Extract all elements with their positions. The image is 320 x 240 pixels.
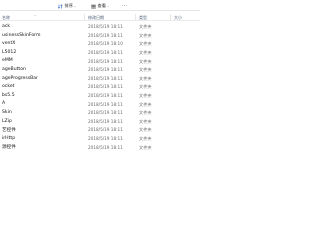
modified-date: 2018/5/19 18:10 <box>88 41 123 47</box>
view-icon <box>91 4 96 8</box>
list-item[interactable]: irHttp 2018/5/19 18:11 文件夹 <box>0 134 200 143</box>
list-item[interactable]: ageButton 2018/5/19 18:11 文件夹 <box>0 65 200 74</box>
toolbar: 排序 ⌄ 查看 ⌄ ··· <box>0 0 200 11</box>
file-type: 文件夹 <box>139 58 152 64</box>
list-item[interactable]: A 2018/5/19 18:11 文件夹 <box>0 99 200 108</box>
column-header-type[interactable]: 类型 <box>139 15 147 21</box>
file-type: 文件夹 <box>139 92 152 98</box>
file-type: 文件夹 <box>139 101 152 107</box>
file-name: 源控件 <box>2 145 16 151</box>
column-header-name[interactable]: 名称 <box>2 15 10 21</box>
list-item[interactable]: bs5.5 2018/5/19 18:11 文件夹 <box>0 91 200 100</box>
modified-date: 2018/5/19 18:11 <box>88 118 123 124</box>
file-name: ventX <box>2 41 16 47</box>
modified-date: 2018/5/19 18:11 <box>88 92 123 98</box>
modified-date: 2018/5/19 18:11 <box>88 84 123 90</box>
file-type: 文件夹 <box>139 110 152 116</box>
modified-date: 2018/5/19 18:11 <box>88 110 123 116</box>
list-item[interactable]: Skin 2018/5/19 18:11 文件夹 <box>0 108 200 117</box>
file-type: 文件夹 <box>139 84 152 90</box>
list-item[interactable]: ack 2018/5/19 18:11 文件夹 <box>0 22 200 31</box>
column-header-row: 名称 ^ 修改日期 类型 大小 <box>0 14 200 21</box>
sort-indicator-icon: ^ <box>34 14 37 18</box>
file-name: LZip <box>2 118 12 124</box>
list-item[interactable]: ocket 2018/5/19 18:11 文件夹 <box>0 82 200 91</box>
file-name: 艺控件 <box>2 128 16 134</box>
file-name: A <box>2 101 6 107</box>
modified-date: 2018/5/19 18:11 <box>88 127 123 133</box>
file-name: ageProgressBar <box>2 75 39 81</box>
file-type: 文件夹 <box>139 49 152 55</box>
list-item[interactable]: eMM 2018/5/19 18:11 文件夹 <box>0 56 200 65</box>
list-item[interactable]: L5012 2018/5/19 18:11 文件夹 <box>0 48 200 57</box>
list-item[interactable]: ventX 2018/5/19 18:10 文件夹 <box>0 39 200 48</box>
sort-label: 排序 <box>64 3 73 8</box>
list-item[interactable]: ageProgressBar 2018/5/19 18:11 文件夹 <box>0 74 200 83</box>
file-name: Skin <box>2 109 12 115</box>
file-name: eMM <box>2 58 13 64</box>
modified-date: 2018/5/19 18:11 <box>88 24 123 30</box>
file-type: 文件夹 <box>139 24 152 30</box>
file-name: usinessSkinForm <box>2 32 41 38</box>
modified-date: 2018/5/19 18:11 <box>88 144 123 150</box>
modified-date: 2018/5/19 18:11 <box>88 32 123 38</box>
file-name: L5012 <box>2 49 17 55</box>
file-type: 文件夹 <box>139 127 152 133</box>
list-item[interactable]: usinessSkinForm 2018/5/19 18:11 文件夹 <box>0 31 200 40</box>
modified-date: 2018/5/19 18:11 <box>88 58 123 64</box>
file-type: 文件夹 <box>139 41 152 47</box>
column-divider[interactable] <box>170 14 171 21</box>
column-divider[interactable] <box>84 14 85 21</box>
modified-date: 2018/5/19 18:11 <box>88 75 123 81</box>
chevron-down-icon: ⌄ <box>106 4 110 8</box>
file-type: 文件夹 <box>139 32 152 38</box>
modified-date: 2018/5/19 18:11 <box>88 135 123 141</box>
file-type: 文件夹 <box>139 144 152 150</box>
file-type: 文件夹 <box>139 67 152 73</box>
modified-date: 2018/5/19 18:11 <box>88 49 123 55</box>
file-type: 文件夹 <box>139 118 152 124</box>
chevron-down-icon: ⌄ <box>73 4 77 8</box>
file-name: ack <box>2 24 11 29</box>
file-list: ack 2018/5/19 18:11 文件夹 usinessSkinForm 201… <box>0 22 200 151</box>
column-header-size[interactable]: 大小 <box>174 15 182 21</box>
column-header-date[interactable]: 修改日期 <box>88 15 104 21</box>
view-label: 查看 <box>97 3 106 8</box>
modified-date: 2018/5/19 18:11 <box>88 67 123 73</box>
file-type: 文件夹 <box>139 75 152 81</box>
list-item[interactable]: LZip 2018/5/19 18:11 文件夹 <box>0 117 200 126</box>
more-icon: ··· <box>122 3 128 9</box>
list-item[interactable]: 源控件 2018/5/19 18:11 文件夹 <box>0 142 200 151</box>
sort-button[interactable]: 排序 ⌄ <box>58 3 76 9</box>
file-name: bs5.5 <box>2 92 15 98</box>
sort-icon <box>58 3 63 9</box>
modified-date: 2018/5/19 18:11 <box>88 101 123 107</box>
view-button[interactable]: 查看 ⌄ <box>91 3 109 9</box>
file-type: 文件夹 <box>139 135 152 141</box>
file-name: ageButton <box>2 66 26 72</box>
column-divider[interactable] <box>135 14 136 21</box>
file-name: ocket <box>2 84 15 90</box>
list-item[interactable]: 艺控件 2018/5/19 18:11 文件夹 <box>0 125 200 134</box>
more-button[interactable]: ··· <box>122 3 128 9</box>
file-name: irHttp <box>2 135 16 141</box>
